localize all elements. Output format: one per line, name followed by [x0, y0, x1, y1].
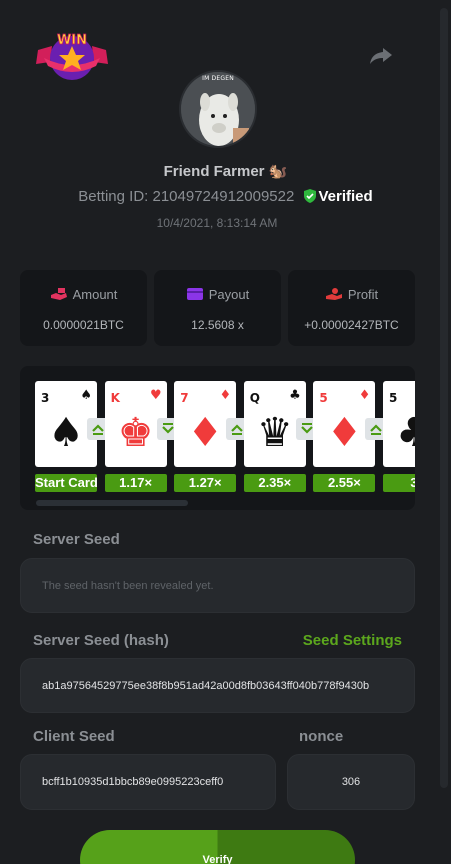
- card-suit-icon: ♥: [149, 388, 162, 403]
- payout-value: 12.5608 x: [191, 318, 244, 332]
- win-logo: WIN: [36, 33, 108, 80]
- amount-value: 0.0000021BTC: [43, 318, 124, 332]
- card-suit-icon: ♦: [219, 388, 232, 403]
- server-seed-hash-label: Server Seed (hash): [33, 632, 169, 649]
- verified-shield-icon: [303, 189, 316, 203]
- profit-stat: Profit +0.00002427BTC: [288, 270, 415, 346]
- card-rank: 3: [41, 391, 50, 405]
- card-multiplier: 1.17×: [104, 474, 167, 492]
- seed-settings-link[interactable]: Seed Settings: [303, 632, 402, 649]
- vertical-scrollbar[interactable]: [440, 8, 448, 788]
- card-rank: 7: [180, 391, 189, 405]
- card-multiplier: 1.27×: [174, 474, 237, 492]
- cards-scrollbar[interactable]: [36, 500, 188, 506]
- avatar-caption: IM DEGEN: [202, 75, 234, 82]
- card-suit-icon: ♦: [358, 388, 371, 403]
- money-hand-icon: [50, 288, 67, 300]
- client-seed-label: Client Seed: [33, 728, 115, 745]
- card-rank: 5: [319, 391, 328, 405]
- bet-timestamp: 10/4/2021, 8:13:14 AM: [156, 216, 278, 230]
- amount-label: Amount: [72, 287, 118, 302]
- verified-label: Verified: [318, 188, 373, 205]
- cards-history: 3 ♠ ♠ Start Card K ♥ ♚ 1.17× 7 ♦ ♦ 1.27× Q ♣ ♛ 2.35× 5 ♦ ♦…: [20, 366, 415, 510]
- bet-details-panel: WIN IM DEGEN Friend Farmer 🐿️ Betting ID…: [0, 0, 451, 864]
- server-seed-field[interactable]: The seed hasn't been revealed yet.: [20, 558, 415, 613]
- card-suit-icon: ♠: [80, 388, 92, 403]
- card-multiplier: Start Card: [35, 474, 97, 492]
- server-seed-hash-field[interactable]: ab1a97564529775ee38f8b951ad42a00d8fb0364…: [20, 658, 415, 713]
- amount-stat: Amount 0.0000021BTC: [20, 270, 147, 346]
- card-rank: 5: [389, 391, 398, 405]
- profit-hand-icon: [325, 288, 342, 300]
- username: Friend Farmer 🐿️: [163, 163, 288, 180]
- share-icon[interactable]: [369, 46, 393, 66]
- nonce-field[interactable]: 306: [287, 754, 415, 810]
- profit-value: +0.00002427BTC: [304, 318, 399, 332]
- client-seed-field[interactable]: bcff1b10935d1bbcb89e0995223ceff0: [20, 754, 276, 810]
- card-multiplier: 3: [383, 474, 415, 492]
- card-face-icon: ♣: [396, 410, 415, 456]
- playing-card: 5♣♣: [383, 381, 415, 467]
- betting-id-row: Betting ID: 21049724912009522 Verified: [0, 188, 451, 205]
- card-multiplier: 2.35×: [243, 474, 306, 492]
- verify-button-label: Verify: [202, 854, 233, 864]
- verify-button[interactable]: Verify: [80, 830, 355, 864]
- avatar: IM DEGEN: [179, 70, 257, 148]
- payout-label: Payout: [208, 287, 250, 302]
- card-rank: Q: [249, 391, 260, 405]
- wallet-icon: [186, 288, 203, 300]
- card-suit-icon: ♣: [289, 388, 301, 403]
- payout-stat: Payout 12.5608 x: [154, 270, 281, 346]
- server-seed-label: Server Seed: [33, 531, 120, 548]
- profit-label: Profit: [347, 287, 379, 302]
- card-multiplier: 2.55×: [313, 474, 376, 492]
- betting-id: Betting ID: 21049724912009522: [78, 188, 295, 205]
- nonce-label: nonce: [299, 728, 344, 745]
- svg-text:WIN: WIN: [57, 33, 87, 48]
- card-rank: K: [110, 391, 120, 405]
- alpaca-avatar-image: [181, 72, 255, 146]
